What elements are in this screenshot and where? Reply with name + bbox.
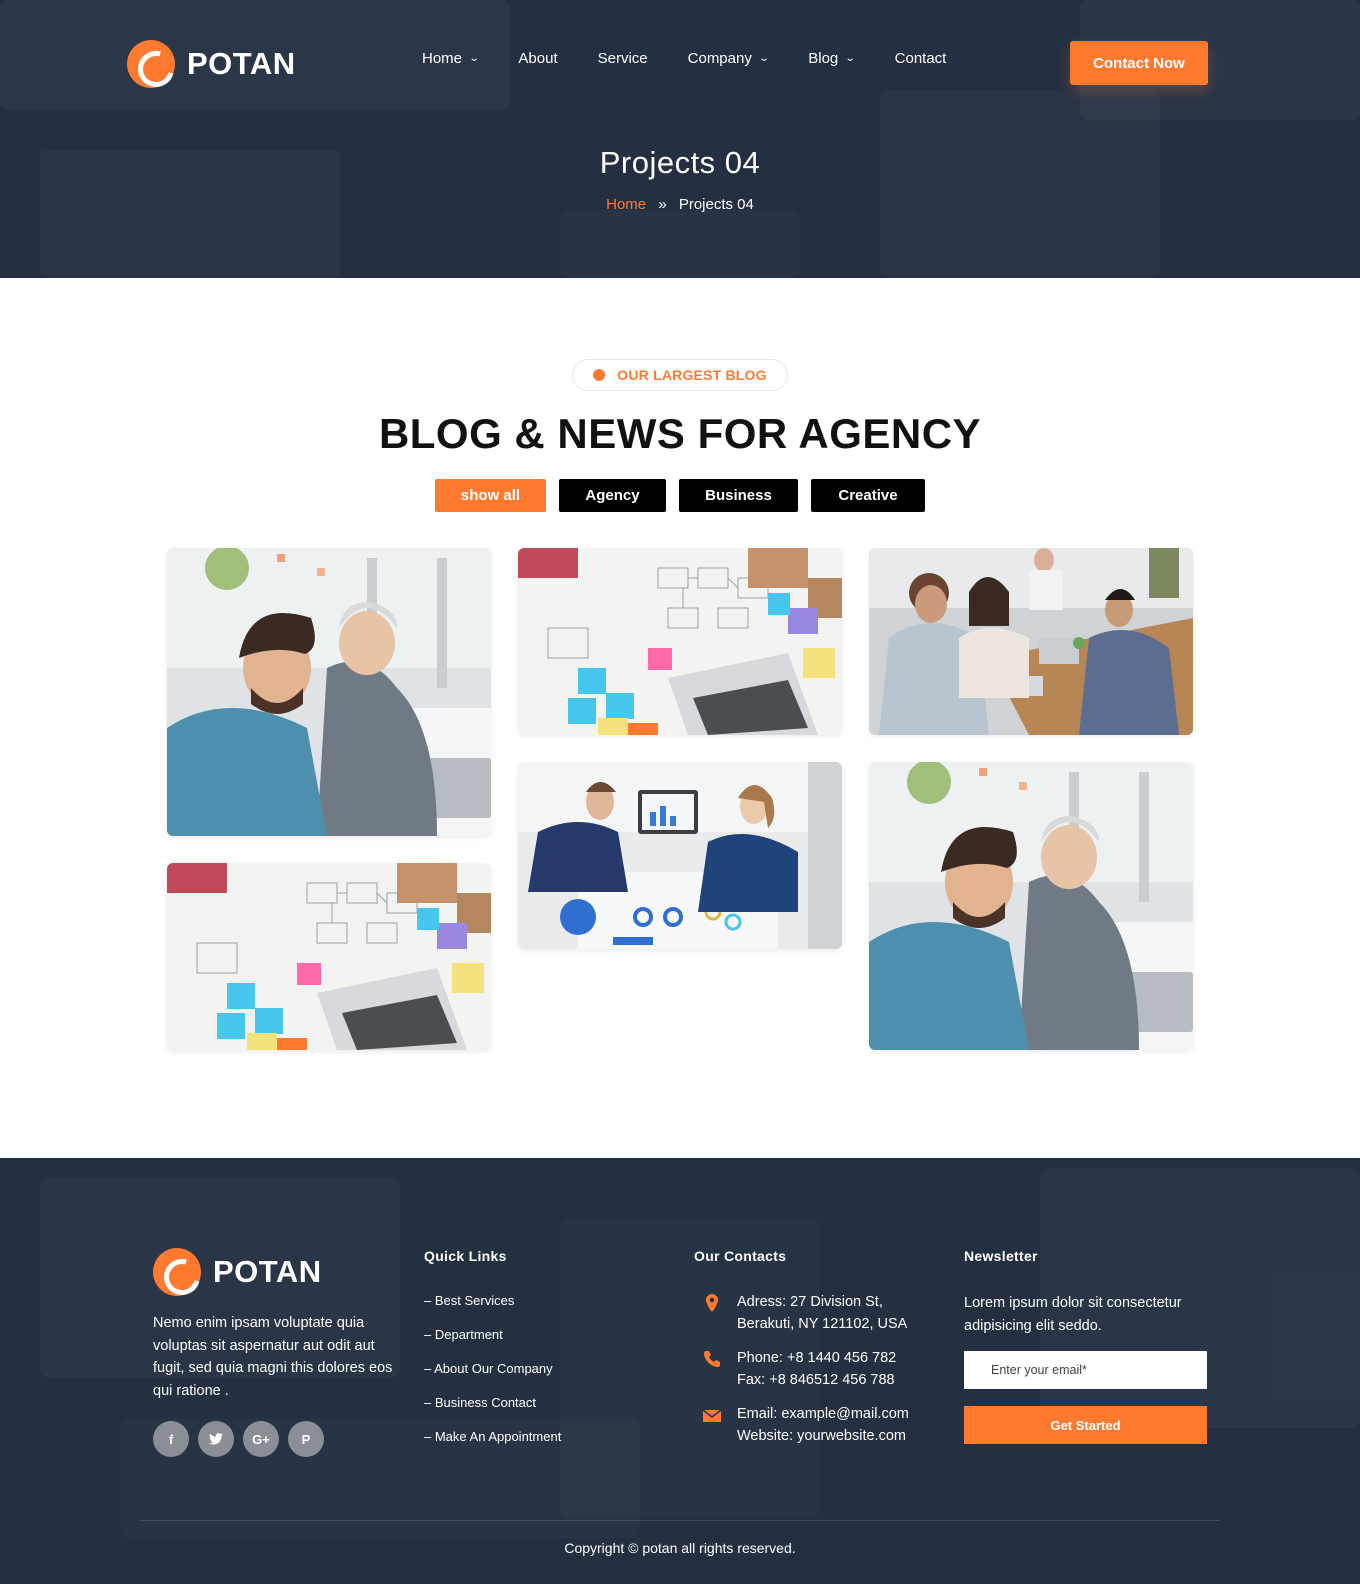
map-pin-icon	[706, 1294, 718, 1312]
breadcrumb-separator: »	[658, 196, 667, 213]
filter-creative[interactable]: Creative	[811, 479, 925, 512]
team-photo	[869, 548, 1193, 735]
nav-item-blog[interactable]: Blog ⌄	[808, 50, 856, 67]
contact-website[interactable]: Website: yourwebsite.com	[737, 1425, 909, 1447]
phone-icon	[704, 1351, 720, 1367]
footer-link-about-company[interactable]: – About Our Company	[424, 1361, 561, 1395]
contact-email-address[interactable]: Email: example@mail.com	[737, 1403, 909, 1425]
twitter-icon[interactable]	[198, 1421, 234, 1457]
logo-icon	[127, 40, 175, 88]
facebook-icon[interactable]: f	[153, 1421, 189, 1457]
nav-item-label: Contact	[894, 50, 947, 67]
section-title: BLOG & NEWS FOR AGENCY	[378, 410, 982, 457]
chevron-down-icon: ⌄	[758, 53, 770, 64]
project-image-wireframes[interactable]	[167, 863, 491, 1050]
footer-link-appointment[interactable]: – Make An Appointment	[424, 1429, 561, 1463]
contact-email: Email: example@mail.com Website: yourweb…	[702, 1403, 909, 1447]
charts-review-photo	[518, 762, 842, 949]
project-image-discussion[interactable]	[869, 762, 1193, 1050]
site-logo[interactable]: POTAN	[127, 40, 296, 88]
discussion-photo	[869, 762, 1193, 1050]
filter-business[interactable]: Business	[679, 479, 798, 512]
main-nav: Home ⌄ About Service Company ⌄ Blog ⌄ Co…	[422, 50, 986, 67]
site-footer: POTAN Nemo enim ipsam voluptate quia vol…	[0, 1158, 1360, 1584]
project-image-team[interactable]	[869, 548, 1193, 735]
breadcrumb-current: Projects 04	[678, 196, 754, 213]
nav-item-label: Blog	[808, 50, 839, 67]
section-badge-label: OUR LARGEST BLOG	[617, 367, 767, 383]
social-links: f G+ P	[153, 1421, 324, 1457]
contact-phone-number: Phone: +8 1440 456 782	[737, 1350, 897, 1366]
contact-now-button[interactable]: Contact Now	[1070, 41, 1208, 85]
footer-divider	[140, 1520, 1220, 1521]
page-header: POTAN Home ⌄ About Service Company ⌄ Blo…	[0, 0, 1360, 278]
footer-description: Nemo enim ipsam voluptate quia voluptas …	[153, 1315, 393, 1399]
contact-fax-number: Fax: +8 846512 456 788	[737, 1372, 895, 1388]
google-plus-icon[interactable]: G+	[243, 1421, 279, 1457]
contact-phone: Phone: +8 1440 456 782 Fax: +8 846512 45…	[702, 1347, 896, 1391]
project-image-charts[interactable]	[518, 762, 842, 949]
hero-background-shape	[560, 210, 800, 278]
quick-links-list: – Best Services – Department – About Our…	[424, 1293, 561, 1463]
logo-text: POTAN	[213, 1254, 322, 1289]
footer-link-department[interactable]: – Department	[424, 1327, 561, 1361]
newsletter-email-input[interactable]	[964, 1351, 1207, 1389]
wireframes-photo	[167, 863, 491, 1050]
project-image-wireframes[interactable]	[518, 548, 842, 735]
page-title: Projects 04	[599, 145, 761, 180]
contacts-heading: Our Contacts	[694, 1248, 787, 1264]
breadcrumb: Home » Projects 04	[0, 196, 1360, 213]
footer-link-business-contact[interactable]: – Business Contact	[424, 1395, 561, 1429]
envelope-icon	[702, 1409, 722, 1422]
contact-address-line1: Adress: 27 Division St,	[737, 1294, 883, 1310]
footer-link-best-services[interactable]: – Best Services	[424, 1293, 561, 1327]
nav-item-about[interactable]: About	[518, 50, 557, 67]
wireframes-photo	[518, 548, 842, 735]
nav-item-company[interactable]: Company ⌄	[687, 50, 770, 67]
copyright-text: Copyright © potan all rights reserved.	[564, 1540, 796, 1556]
contact-address-line2: Berakuti, NY 121102, USA	[737, 1316, 908, 1332]
breadcrumb-home-link[interactable]: Home	[606, 196, 646, 213]
nav-item-contact[interactable]: Contact	[895, 50, 947, 67]
footer-logo[interactable]: POTAN	[153, 1248, 322, 1296]
newsletter-text: Lorem ipsum dolor sit consectetur adipis…	[964, 1295, 1182, 1334]
newsletter-heading: Newsletter	[964, 1248, 1038, 1264]
nav-item-home[interactable]: Home ⌄	[422, 50, 480, 67]
discussion-photo	[167, 548, 491, 836]
filter-show-all[interactable]: show all	[435, 479, 546, 512]
get-started-button[interactable]: Get Started	[964, 1406, 1207, 1444]
project-image-discussion[interactable]	[167, 548, 491, 836]
nav-item-label: Home	[422, 50, 463, 67]
nav-item-service[interactable]: Service	[598, 50, 648, 67]
section-badge: OUR LARGEST BLOG	[572, 359, 788, 391]
nav-item-label: About	[518, 50, 558, 67]
chevron-down-icon: ⌄	[468, 53, 480, 64]
logo-icon	[153, 1248, 201, 1296]
logo-text: POTAN	[187, 46, 296, 81]
dot-icon	[593, 369, 606, 381]
twitter-bird-icon	[209, 1433, 223, 1445]
chevron-down-icon: ⌄	[845, 53, 856, 64]
filter-tabs: show all Agency Business Creative	[435, 479, 925, 512]
pinterest-icon[interactable]: P	[288, 1421, 324, 1457]
nav-item-label: Company	[687, 50, 752, 67]
contact-address: Adress: 27 Division St, Berakuti, NY 121…	[702, 1291, 907, 1335]
nav-item-label: Service	[597, 50, 648, 67]
quick-links-heading: Quick Links	[424, 1248, 507, 1264]
filter-agency[interactable]: Agency	[559, 479, 666, 512]
